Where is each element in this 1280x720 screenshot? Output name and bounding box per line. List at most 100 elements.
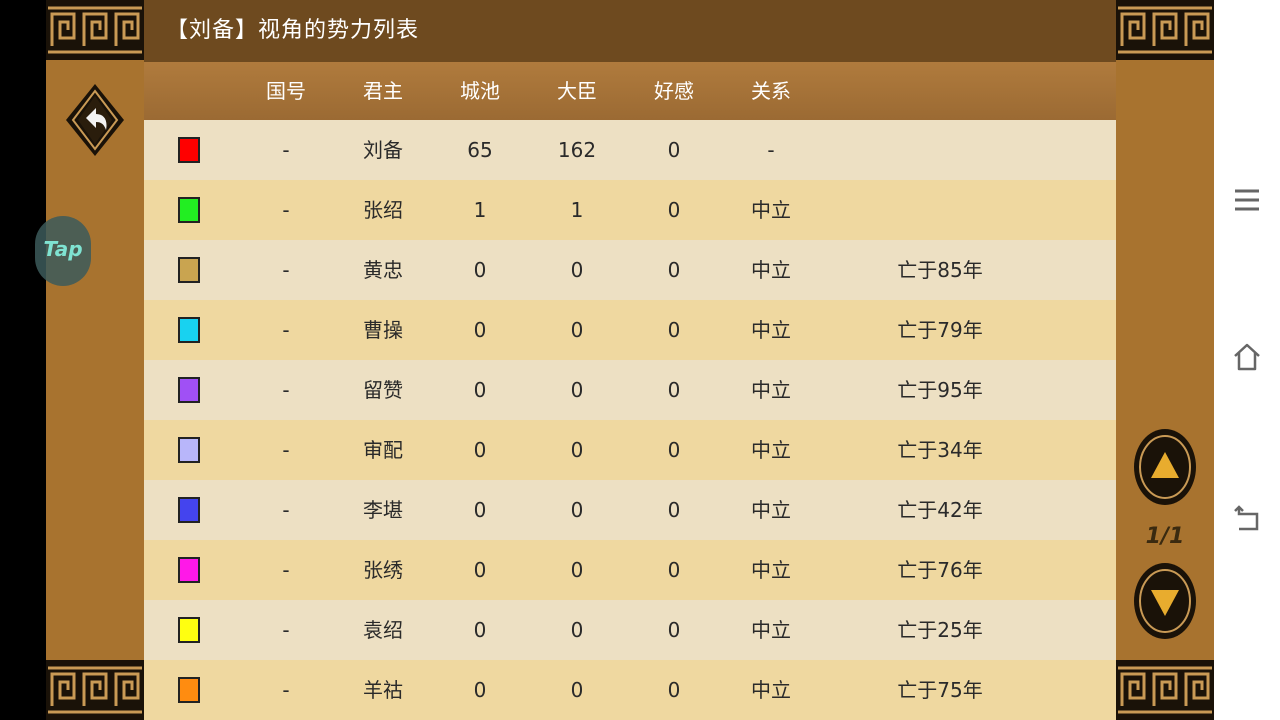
cell-favor: 0 — [667, 498, 681, 522]
system-back-button[interactable] — [1231, 502, 1263, 534]
cell-favor: 0 — [667, 618, 681, 642]
greek-key-ornament — [46, 0, 144, 60]
faction-color-swatch — [178, 617, 200, 643]
game-screen: Tap 【刘备】视角的势力列表 国号 君主 城池 大臣 好感 关系 - 刘备 65 1… — [0, 0, 1280, 720]
table-row[interactable]: - 张绍 1 1 0 中立 — [144, 180, 1116, 240]
cell-status: 亡于76年 — [897, 558, 983, 582]
table-row[interactable]: - 羊祜 0 0 0 中立 亡于75年 — [144, 660, 1116, 720]
table-row[interactable]: - 留赞 0 0 0 中立 亡于95年 — [144, 360, 1116, 420]
page-up-button[interactable] — [1133, 428, 1197, 506]
cell-status: 亡于25年 — [897, 618, 983, 642]
menu-icon — [1235, 189, 1259, 211]
cell-status: 亡于85年 — [897, 258, 983, 282]
cell-ministers: 162 — [557, 138, 597, 162]
faction-color-swatch — [178, 197, 200, 223]
cell-country: - — [282, 678, 290, 702]
back-arrow-icon — [66, 84, 124, 156]
menu-button[interactable] — [1231, 184, 1263, 216]
cell-favor: 0 — [667, 378, 681, 402]
faction-color-swatch — [178, 317, 200, 343]
cell-relation: 中立 — [751, 318, 791, 342]
cell-ministers: 0 — [570, 258, 584, 282]
cell-ruler: 羊祜 — [363, 678, 403, 702]
back-button[interactable] — [64, 82, 126, 158]
cell-relation: 中立 — [751, 618, 791, 642]
cell-ministers: 0 — [570, 618, 584, 642]
cell-ministers: 0 — [570, 558, 584, 582]
table-row[interactable]: - 刘备 65 162 0 - — [144, 120, 1116, 180]
cell-ruler: 刘备 — [363, 138, 403, 162]
cell-country: - — [282, 138, 290, 162]
cell-cities: 0 — [473, 318, 487, 342]
cell-relation: 中立 — [751, 258, 791, 282]
cell-favor: 0 — [667, 258, 681, 282]
cell-relation: 中立 — [751, 498, 791, 522]
table-row[interactable]: - 黄忠 0 0 0 中立 亡于85年 — [144, 240, 1116, 300]
cell-cities: 0 — [473, 678, 487, 702]
cell-status: 亡于75年 — [897, 678, 983, 702]
cell-favor: 0 — [667, 438, 681, 462]
faction-color-swatch — [178, 557, 200, 583]
cell-ministers: 0 — [570, 378, 584, 402]
table-row[interactable]: - 李堪 0 0 0 中立 亡于42年 — [144, 480, 1116, 540]
home-button[interactable] — [1231, 341, 1263, 373]
table-row[interactable]: - 审配 0 0 0 中立 亡于34年 — [144, 420, 1116, 480]
table-row[interactable]: - 袁绍 0 0 0 中立 亡于25年 — [144, 600, 1116, 660]
cell-cities: 0 — [473, 618, 487, 642]
cell-favor: 0 — [667, 138, 681, 162]
tap-floating-button[interactable]: Tap — [35, 216, 91, 286]
faction-color-swatch — [178, 257, 200, 283]
cell-cities: 65 — [467, 138, 493, 162]
triangle-down-icon — [1134, 563, 1196, 639]
cell-country: - — [282, 618, 290, 642]
cell-country: - — [282, 378, 290, 402]
cell-country: - — [282, 258, 290, 282]
column-header-favor: 好感 — [654, 79, 694, 103]
column-header-cities: 城池 — [460, 79, 500, 103]
cell-favor: 0 — [667, 558, 681, 582]
system-navigation-bar — [1214, 0, 1280, 720]
faction-color-swatch — [178, 497, 200, 523]
cell-ruler: 审配 — [363, 438, 403, 462]
cell-cities: 0 — [473, 438, 487, 462]
cell-ruler: 曹操 — [363, 318, 403, 342]
column-header-relation: 关系 — [751, 79, 791, 103]
page-indicator: 1/1 — [1145, 524, 1185, 549]
cell-ministers: 1 — [570, 198, 584, 222]
greek-key-ornament — [46, 660, 144, 720]
cell-country: - — [282, 438, 290, 462]
column-header-ministers: 大臣 — [557, 79, 597, 103]
page-down-button[interactable] — [1133, 562, 1197, 640]
table-row[interactable]: - 张绣 0 0 0 中立 亡于76年 — [144, 540, 1116, 600]
cell-ruler: 袁绍 — [363, 618, 403, 642]
faction-color-swatch — [178, 677, 200, 703]
cell-cities: 0 — [473, 498, 487, 522]
page-title: 【刘备】视角的势力列表 — [144, 0, 1116, 62]
faction-color-swatch — [178, 377, 200, 403]
home-icon — [1234, 343, 1260, 371]
cell-status: 亡于42年 — [897, 498, 983, 522]
cell-favor: 0 — [667, 318, 681, 342]
cell-relation: 中立 — [751, 678, 791, 702]
faction-list-panel: 【刘备】视角的势力列表 国号 君主 城池 大臣 好感 关系 - 刘备 65 162 0-… — [144, 0, 1116, 720]
cell-ruler: 留赞 — [363, 378, 403, 402]
cell-ministers: 0 — [570, 318, 584, 342]
table-row[interactable]: - 曹操 0 0 0 中立 亡于79年 — [144, 300, 1116, 360]
cell-country: - — [282, 318, 290, 342]
cell-ruler: 张绣 — [363, 558, 403, 582]
cell-favor: 0 — [667, 678, 681, 702]
cell-country: - — [282, 558, 290, 582]
cell-status: 亡于34年 — [897, 438, 983, 462]
cell-ruler: 李堪 — [363, 498, 403, 522]
cell-relation: 中立 — [751, 438, 791, 462]
cell-cities: 0 — [473, 258, 487, 282]
greek-key-ornament — [1116, 0, 1214, 60]
cell-cities: 0 — [473, 378, 487, 402]
faction-table-body: - 刘备 65 162 0- - 张绍 1 1 0 中立 - 黄忠 0 0 0 中立 亡于85年 - 曹操 0 0 0 中立亡… — [144, 120, 1116, 720]
cell-relation: 中立 — [751, 558, 791, 582]
cell-status: 亡于79年 — [897, 318, 983, 342]
cell-relation: - — [767, 138, 775, 162]
cell-ministers: 0 — [570, 678, 584, 702]
faction-color-swatch — [178, 137, 200, 163]
column-header-ruler: 君主 — [363, 79, 403, 103]
